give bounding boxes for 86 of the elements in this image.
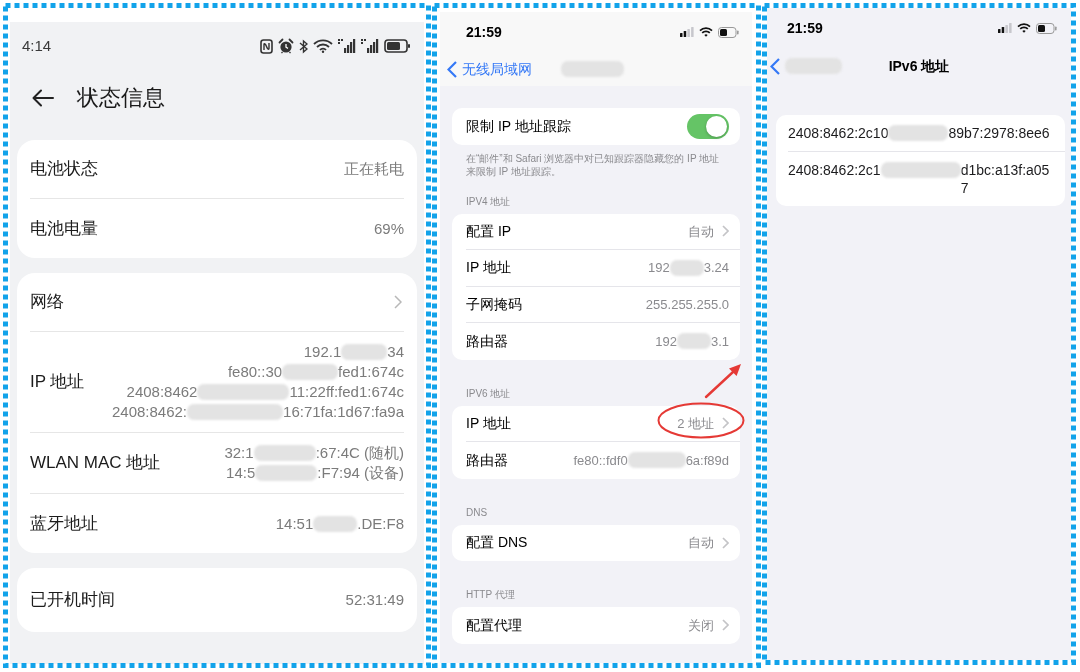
privacy-blur [888, 125, 949, 141]
screen-title: IPv6 地址 [888, 56, 950, 76]
section-header: DNS [466, 506, 488, 519]
setting-value: fe80::30 [227, 362, 283, 382]
privacy-blur [313, 515, 358, 532]
footer-note: 在“邮件”和 Safari 浏览器中对已知跟踪器隐藏您的 IP 地址来限制 IP 地址跟踪。 [465, 151, 721, 179]
privacy-blur [676, 333, 711, 350]
setting-value: 16:71fa:1d67:fa9a [283, 402, 404, 422]
battery-icon [1036, 22, 1057, 34]
setting-value: 关闭 [688, 616, 714, 635]
status-time: 21:59 [466, 22, 502, 42]
bluetooth-icon [299, 38, 308, 54]
setting-label: 电池状态 [30, 158, 98, 181]
setting-label: 蓝牙地址 [30, 512, 98, 535]
back-chevron-icon[interactable] [447, 60, 457, 78]
setting-label: 配置 DNS [466, 533, 528, 553]
setting-label: 配置 IP [466, 221, 512, 241]
setting-label: 子网掩码 [466, 294, 522, 314]
setting-value: 192 [655, 332, 677, 351]
setting-value: 3.24 [703, 259, 729, 277]
privacy-blur [255, 465, 318, 481]
section-header: IPV6 地址 [466, 387, 511, 400]
address-text: 2408:8462:2c10 [788, 124, 889, 142]
status-time: 4:14 [22, 35, 52, 56]
setting-label: IP 地址 [30, 371, 85, 394]
signal-icon [998, 23, 1012, 33]
arrow-icon [704, 363, 742, 399]
setting-label: 电池电量 [30, 217, 98, 240]
wifi-icon [1017, 23, 1031, 33]
setting-label: 配置代理 [466, 615, 522, 635]
setting-value: 14:51 [275, 513, 314, 534]
privacy-blur [282, 364, 339, 380]
back-chevron-icon[interactable] [770, 57, 780, 75]
address-text: 89b7:2978:8ee6 [948, 124, 1050, 142]
setting-value: 2408:8462 [126, 382, 198, 402]
setting-value: 14:5 [226, 463, 256, 483]
setting-value: 192 [648, 259, 670, 277]
setting-value: :F7:94 (设备) [317, 463, 404, 483]
setting-value: 255.255.255.0 [645, 295, 729, 314]
address-text: d1bc:a13f:a057 [960, 161, 1051, 197]
privacy-blur [669, 259, 704, 276]
screen-title: 状态信息 [77, 84, 165, 112]
section-header: IPV4 地址 [466, 195, 511, 208]
section-header: HTTP 代理 [466, 589, 515, 601]
back-arrow-icon[interactable] [32, 88, 54, 107]
setting-value: 2408:8462: [111, 402, 188, 422]
setting-label: IP 地址 [466, 258, 511, 278]
setting-value: 32:1 [224, 443, 254, 463]
address-text: 2408:8462:2c1 [788, 161, 881, 179]
setting-value: :67:4C (随机) [315, 443, 404, 463]
wifi-icon [699, 27, 713, 37]
setting-value: 自动 [688, 222, 714, 241]
signal-icon [680, 27, 694, 37]
setting-label: 路由器 [466, 331, 508, 351]
signal-icon [361, 39, 379, 53]
setting-value: 69% [373, 218, 404, 239]
setting-label: 限制 IP 地址跟踪 [466, 116, 571, 136]
setting-value: 52:31:49 [345, 590, 404, 610]
setting-label: IP 地址 [466, 413, 511, 433]
battery-icon [718, 26, 739, 38]
setting-value: fe80::fdf0 [573, 451, 628, 470]
setting-value: fed1:674c [338, 362, 404, 382]
setting-value: 自动 [688, 534, 714, 552]
setting-value: 正在耗电 [344, 159, 404, 179]
setting-value: 192.1 [303, 342, 342, 362]
setting-value: 11:22ff:fed1:674c [289, 382, 404, 402]
toggle-switch[interactable] [687, 113, 729, 139]
privacy-blur [341, 344, 388, 360]
privacy-blur [253, 445, 316, 461]
alarm-clock-icon [278, 38, 294, 54]
signal-icon [338, 39, 356, 53]
wifi-icon [313, 39, 333, 53]
setting-value: 2 地址 [677, 414, 714, 433]
setting-label: 已开机时间 [30, 589, 115, 612]
status-time: 21:59 [787, 18, 823, 38]
privacy-blur [627, 452, 686, 469]
setting-label: 路由器 [466, 450, 508, 470]
battery-icon [384, 39, 411, 53]
setting-value: 34 [387, 342, 404, 362]
setting-value: .DE:F8 [357, 513, 404, 534]
setting-label: WLAN MAC 地址 [30, 452, 161, 475]
setting-value: 6a:f89d [685, 451, 729, 470]
setting-value: 3.1 [710, 332, 729, 351]
setting-label: 网络 [30, 291, 64, 314]
back-button[interactable]: 无线局域网 [447, 58, 532, 80]
nfc-icon [260, 38, 273, 54]
